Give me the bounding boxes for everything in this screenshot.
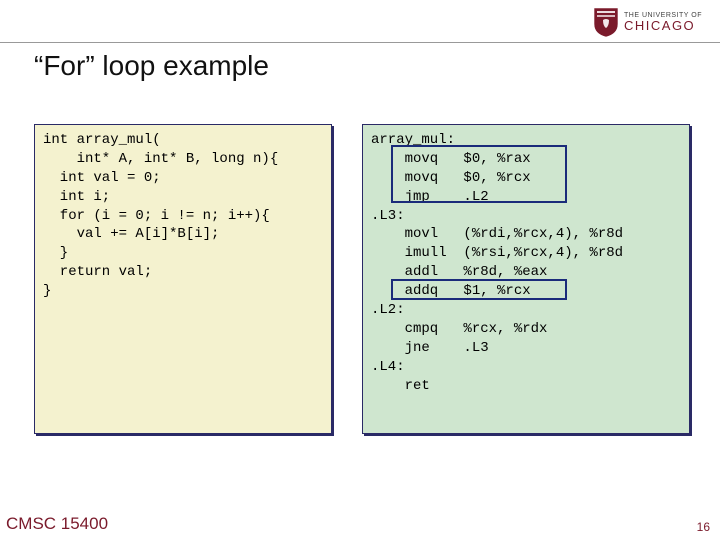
slide-title: “For” loop example: [34, 50, 269, 82]
asm-code-block: array_mul: movq $0, %rax movq $0, %rcx j…: [362, 124, 690, 434]
page-number: 16: [697, 520, 710, 534]
shield-icon: [592, 6, 620, 38]
university-logo: THE UNIVERSITY OF CHICAGO: [592, 6, 702, 38]
course-code: CMSC 15400: [6, 514, 108, 534]
logo-text: THE UNIVERSITY OF CHICAGO: [624, 12, 702, 32]
header-rule: [0, 42, 720, 43]
logo-text-bottom: CHICAGO: [624, 19, 702, 32]
c-code-block: int array_mul( int* A, int* B, long n){ …: [34, 124, 332, 434]
